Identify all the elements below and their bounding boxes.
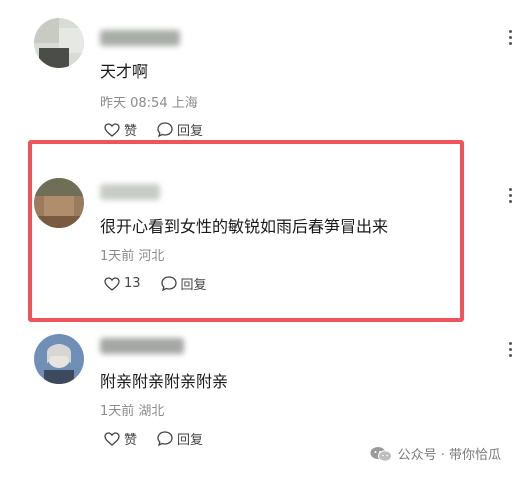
- username-blurred[interactable]: [100, 338, 184, 354]
- reply-button[interactable]: 回复: [160, 274, 207, 293]
- comment-text: 很开心看到女性的敏锐如雨后春笋冒出来: [100, 217, 389, 236]
- username-blurred[interactable]: [100, 184, 160, 200]
- like-label: 赞: [124, 124, 138, 139]
- vertical-dots-icon: [508, 29, 512, 33]
- heart-outline-icon: [104, 122, 120, 137]
- wechat-icon: [370, 446, 392, 462]
- more-options-button[interactable]: [507, 28, 513, 46]
- avatar[interactable]: [34, 18, 84, 68]
- heart-outline-icon: [104, 276, 120, 291]
- reply-label: 回复: [177, 433, 204, 448]
- reply-button[interactable]: 回复: [157, 429, 203, 448]
- more-options-button[interactable]: [507, 340, 513, 358]
- more-options-button[interactable]: [507, 186, 513, 204]
- like-button[interactable]: 赞: [104, 429, 137, 448]
- avatar[interactable]: [34, 178, 84, 228]
- heart-outline-icon: [104, 431, 120, 446]
- comment-text: 天才啊: [100, 62, 149, 81]
- speech-bubble-icon: [157, 431, 173, 446]
- vertical-dots-icon: [508, 187, 512, 191]
- speech-bubble-icon: [160, 276, 177, 291]
- like-label: 赞: [124, 433, 138, 448]
- vertical-dots-icon: [508, 341, 512, 345]
- comment-text: 附亲附亲附亲附亲: [100, 372, 229, 391]
- comment-meta: 1天前 湖北: [100, 404, 165, 419]
- avatar[interactable]: [34, 334, 84, 384]
- like-button[interactable]: 13: [104, 276, 141, 291]
- watermark-text: 公众号 · 带你恰瓜: [397, 448, 501, 463]
- username-blurred[interactable]: [100, 30, 180, 46]
- reply-button[interactable]: 回复: [157, 120, 203, 139]
- comment-actions: 赞 回复: [104, 429, 223, 448]
- like-count: 13: [124, 276, 141, 291]
- comment-meta: 昨天 08:54 上海: [100, 96, 198, 111]
- watermark: 公众号 · 带你恰瓜: [370, 444, 501, 463]
- comment-meta: 1天前 河北: [100, 249, 165, 264]
- like-button[interactable]: 赞: [104, 120, 137, 139]
- comment-actions: 赞 回复: [104, 120, 223, 139]
- reply-label: 回复: [180, 278, 207, 293]
- comment-actions: 13 回复: [104, 274, 227, 293]
- reply-label: 回复: [177, 124, 204, 139]
- speech-bubble-icon: [157, 122, 173, 137]
